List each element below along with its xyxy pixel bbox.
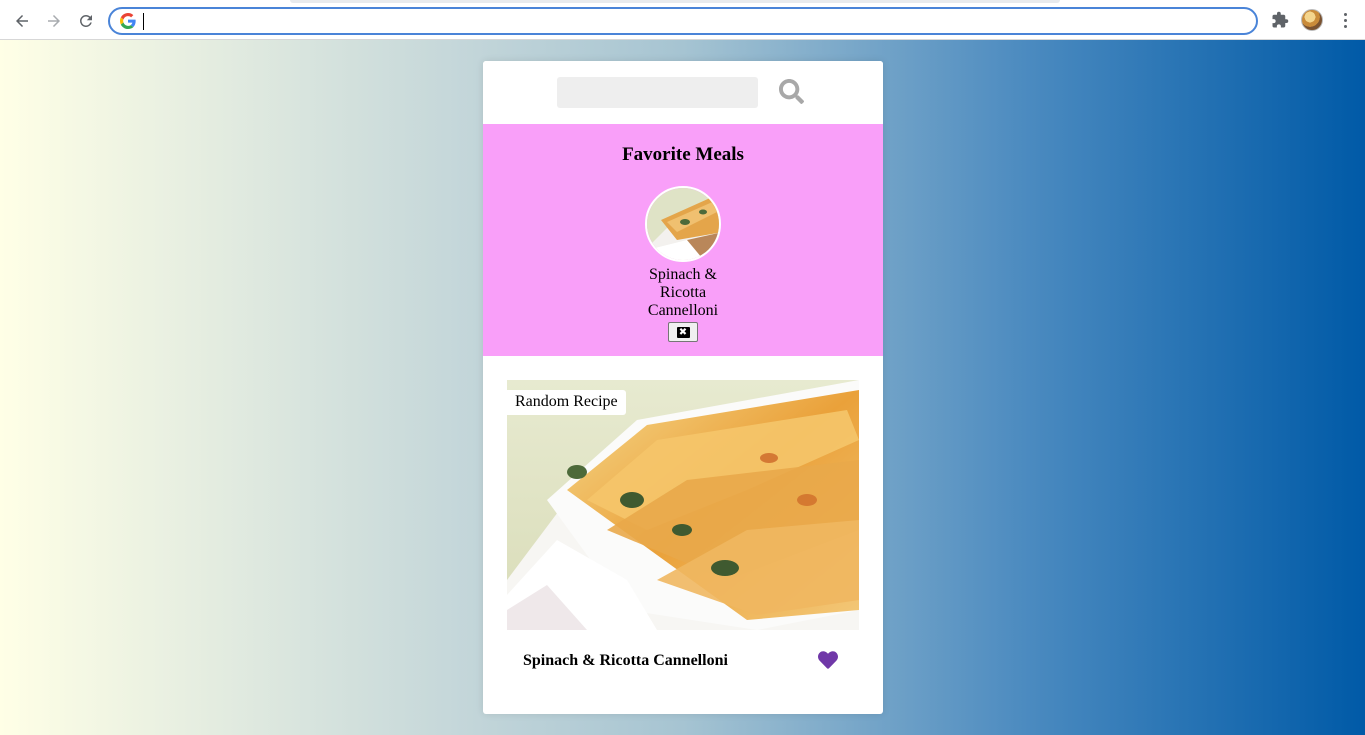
favorite-meal-thumbnail[interactable] — [645, 186, 721, 262]
puzzle-icon — [1272, 11, 1289, 28]
favorite-meals-section: Favorite Meals Spinach & Ricotta Cannell… — [483, 124, 883, 356]
close-square-icon: ✖ — [676, 326, 690, 338]
meal-body: Spinach & Ricotta Cannelloni — [507, 643, 859, 679]
reload-icon — [79, 14, 92, 27]
reload-button[interactable] — [73, 8, 99, 34]
extensions-button[interactable] — [1269, 9, 1291, 31]
favorite-meal-item[interactable]: Spinach & Ricotta Cannelloni ✖ — [638, 186, 728, 342]
app-header — [483, 61, 883, 124]
address-input[interactable] — [146, 11, 1246, 31]
back-arrow-icon — [16, 15, 28, 27]
forward-arrow-icon — [48, 15, 60, 27]
google-icon — [120, 13, 136, 29]
meal-app-card: Favorite Meals Spinach & Ricotta Cannell… — [483, 61, 883, 714]
random-meal-image: Random Recipe — [507, 380, 859, 630]
address-bar[interactable] — [108, 7, 1258, 35]
heart-icon — [818, 651, 838, 669]
search-icon — [778, 78, 804, 104]
remove-favorite-button[interactable]: ✖ — [668, 322, 698, 342]
favorites-title: Favorite Meals — [622, 144, 744, 165]
forward-button[interactable] — [41, 8, 67, 34]
tab-strip — [290, 0, 1060, 3]
search-input[interactable] — [557, 77, 758, 108]
favorite-toggle-button[interactable] — [817, 649, 839, 671]
search-button[interactable] — [777, 77, 805, 105]
browser-menu-button[interactable] — [1335, 9, 1355, 31]
back-button[interactable] — [9, 8, 35, 34]
random-recipe-tag: Random Recipe — [507, 390, 626, 415]
kebab-menu-icon — [1343, 12, 1347, 16]
profile-avatar[interactable] — [1301, 9, 1323, 31]
cannelloni-photo — [507, 380, 859, 630]
meal-name: Spinach & Ricotta Cannelloni — [523, 652, 728, 669]
text-caret — [143, 13, 144, 30]
cannelloni-thumbnail-image — [647, 188, 719, 260]
browser-toolbar — [0, 0, 1365, 40]
page-background: Favorite Meals Spinach & Ricotta Cannell… — [0, 40, 1365, 735]
favorite-meal-name: Spinach & Ricotta Cannelloni — [647, 266, 719, 319]
